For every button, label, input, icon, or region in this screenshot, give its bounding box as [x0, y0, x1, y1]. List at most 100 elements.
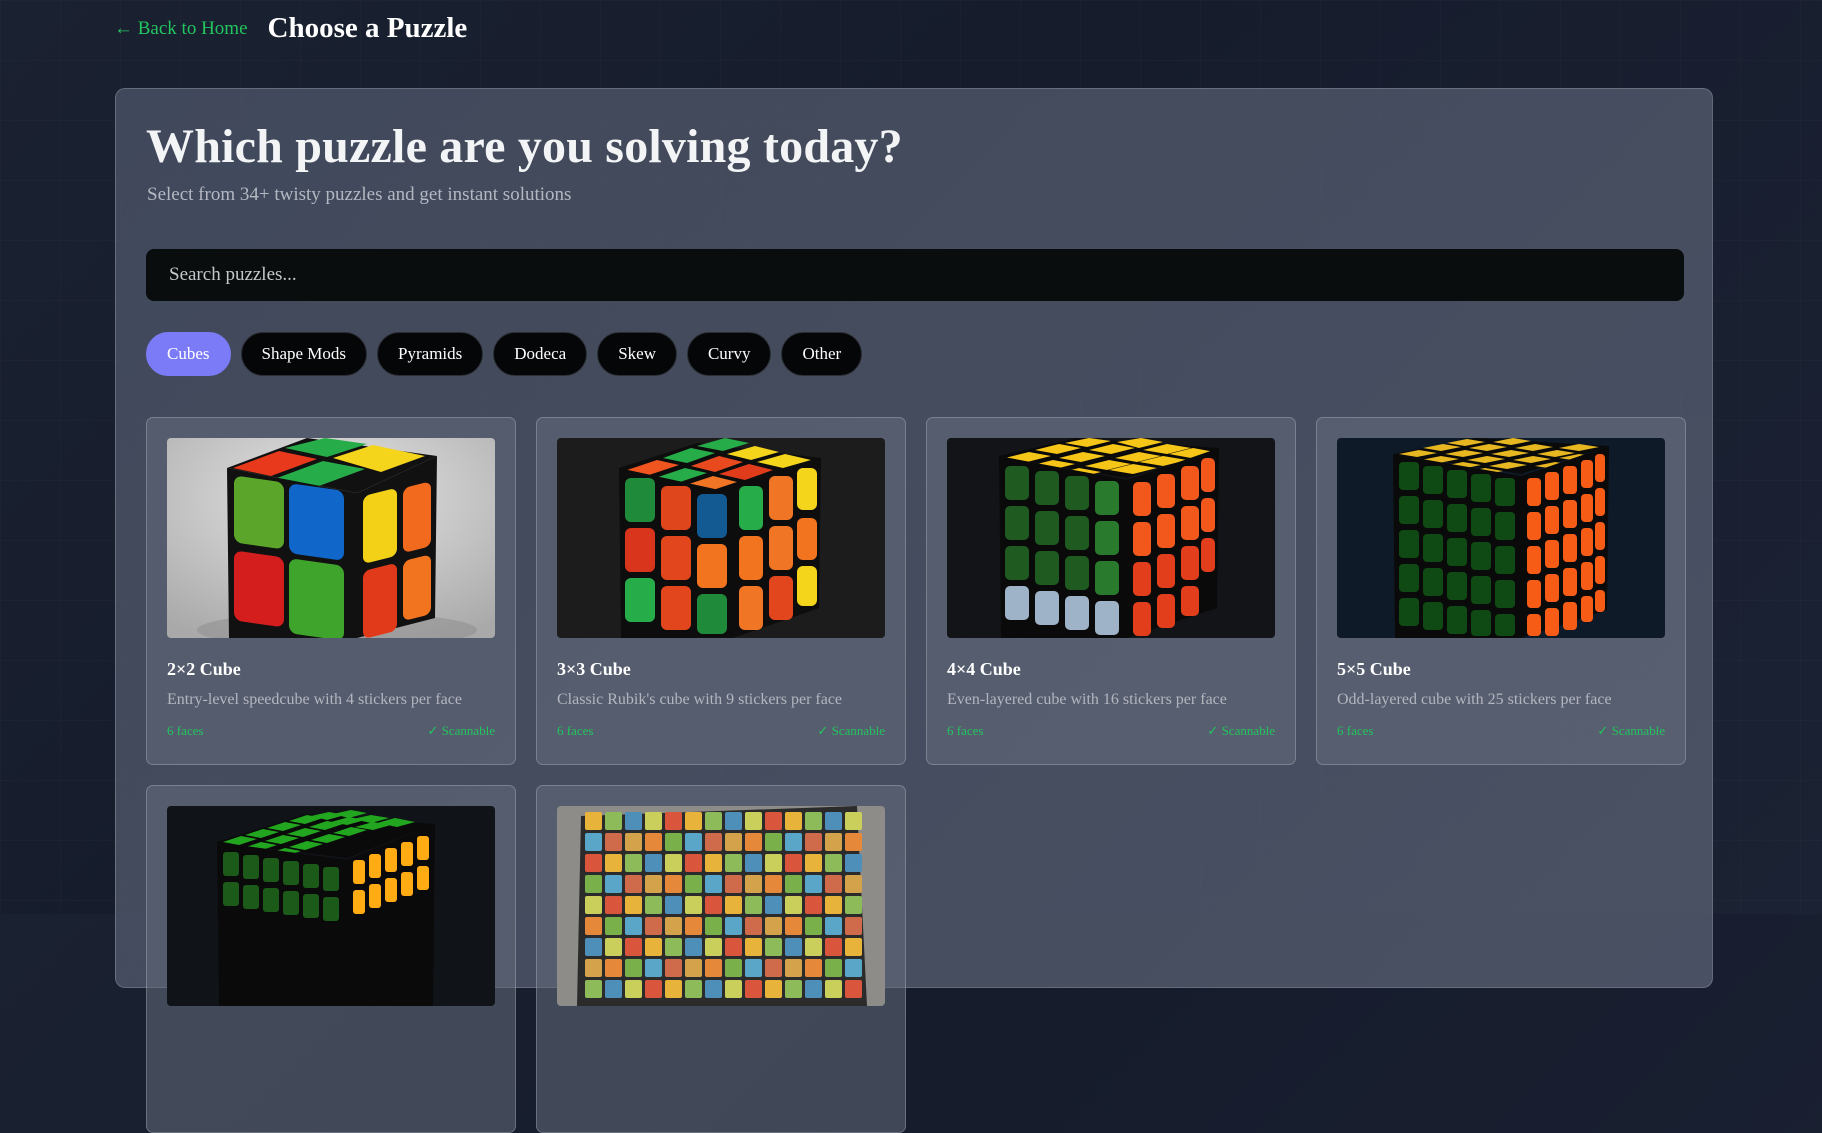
mosaic-tile [665, 833, 682, 851]
mosaic-tile [705, 917, 722, 935]
mosaic-tile [745, 938, 762, 956]
mosaic-tile [805, 896, 822, 914]
category-chip-other[interactable]: Other [781, 332, 863, 376]
mosaic-tile [705, 812, 722, 830]
mosaic-tile [725, 833, 742, 851]
mosaic-tile [745, 875, 762, 893]
category-chip-shape-mods[interactable]: Shape Mods [240, 332, 368, 376]
puzzle-card-5x5[interactable]: 5×5 Cube Odd-layered cube with 25 sticke… [1316, 417, 1686, 765]
mosaic-tile [785, 875, 802, 893]
category-chip-pyramids[interactable]: Pyramids [377, 332, 484, 376]
mosaic-tile [645, 833, 662, 851]
mosaic-tile [785, 854, 802, 872]
mosaic-tile [725, 938, 742, 956]
mosaic-tile [585, 938, 602, 956]
category-chip-skew[interactable]: Skew [597, 332, 677, 376]
puzzle-title: 2×2 Cube [167, 659, 241, 679]
puzzle-image-big-cube [557, 806, 885, 1006]
mosaic-tile [725, 875, 742, 893]
mosaic-tile [785, 833, 802, 851]
mosaic-tile [845, 896, 862, 914]
mosaic-tile [825, 959, 842, 977]
puzzle-card-2x2[interactable]: 2×2 Cube Entry-level speedcube with 4 st… [146, 417, 516, 765]
mosaic-tile [645, 917, 662, 935]
mosaic-tile [645, 980, 662, 998]
mosaic-tile [685, 875, 702, 893]
mosaic-tile [605, 896, 622, 914]
mosaic-tile [825, 917, 842, 935]
puzzle-card-4x4[interactable]: 4×4 Cube Even-layered cube with 16 stick… [926, 417, 1296, 765]
mosaic-tile [585, 980, 602, 998]
mosaic-tile [605, 959, 622, 977]
mosaic-tile [625, 938, 642, 956]
mosaic-tile [785, 938, 802, 956]
mosaic-tile [765, 854, 782, 872]
mosaic-tile [705, 833, 722, 851]
mosaic-tile [765, 959, 782, 977]
mosaic-tile [625, 959, 642, 977]
mosaic-tile [705, 938, 722, 956]
mosaic-tile [765, 917, 782, 935]
mosaic-tile [725, 854, 742, 872]
mosaic-tile [645, 812, 662, 830]
puzzle-image-2x2 [167, 438, 495, 638]
mosaic-tile [725, 812, 742, 830]
mosaic-tile [845, 854, 862, 872]
mosaic-tile [625, 854, 642, 872]
category-chip-curvy[interactable]: Curvy [686, 332, 772, 376]
mosaic-tile [825, 980, 842, 998]
mosaic-tile [725, 959, 742, 977]
category-chip-dodeca[interactable]: Dodeca [493, 332, 588, 376]
mosaic-tile [845, 812, 862, 830]
mosaic-tile [725, 896, 742, 914]
mosaic-tile [745, 833, 762, 851]
puzzle-image-3x3 [557, 438, 885, 638]
mosaic-tile [825, 875, 842, 893]
mosaic-tile [665, 854, 682, 872]
mosaic-tile [805, 938, 822, 956]
mosaic-tile [705, 896, 722, 914]
mosaic-tile [585, 875, 602, 893]
mosaic-tile [845, 833, 862, 851]
mosaic-tile [665, 812, 682, 830]
puzzle-card-big-cube[interactable] [536, 785, 906, 1133]
mosaic-tile [665, 917, 682, 935]
puzzle-faces: 6 faces [1337, 723, 1374, 738]
scannable-badge: ✓ Scannable [427, 723, 495, 738]
mosaic-tile [765, 812, 782, 830]
mosaic-tile [625, 980, 642, 998]
puzzle-description: Even-layered cube with 16 stickers per f… [947, 691, 1227, 708]
mosaic-tile [805, 917, 822, 935]
mosaic-tile [805, 959, 822, 977]
mosaic-tile [725, 980, 742, 998]
scannable-badge: ✓ Scannable [1597, 723, 1665, 738]
mosaic-tile [685, 812, 702, 830]
mosaic-tile [745, 896, 762, 914]
mosaic-tile [625, 917, 642, 935]
page-title: Choose a Puzzle [267, 12, 468, 44]
puzzle-description: Classic Rubik's cube with 9 stickers per… [557, 691, 843, 708]
mosaic-tile [785, 980, 802, 998]
category-filter: Cubes Shape Mods Pyramids Dodeca Skew Cu… [146, 332, 863, 376]
mosaic-tile [825, 896, 842, 914]
search-bar [146, 249, 1684, 301]
mosaic-tile [845, 959, 862, 977]
scannable-badge: ✓ Scannable [1207, 723, 1275, 738]
search-input[interactable] [167, 263, 1684, 287]
mosaic-tile [685, 917, 702, 935]
puzzle-card-3x3[interactable]: 3×3 Cube Classic Rubik's cube with 9 sti… [536, 417, 906, 765]
mosaic-tile [785, 959, 802, 977]
mosaic-tile [705, 875, 722, 893]
mosaic-tile [825, 854, 842, 872]
mosaic-tile [805, 854, 822, 872]
mosaic-tile [825, 938, 842, 956]
mosaic-tile [665, 938, 682, 956]
mosaic-tile [605, 980, 622, 998]
category-chip-cubes[interactable]: Cubes [146, 332, 231, 376]
mosaic-tile [845, 875, 862, 893]
mosaic-tile [585, 812, 602, 830]
mosaic-tile [585, 833, 602, 851]
back-to-home-link[interactable]: ← Back to Home [114, 18, 248, 40]
mosaic-tile [685, 833, 702, 851]
puzzle-card-6x6[interactable] [146, 785, 516, 1133]
